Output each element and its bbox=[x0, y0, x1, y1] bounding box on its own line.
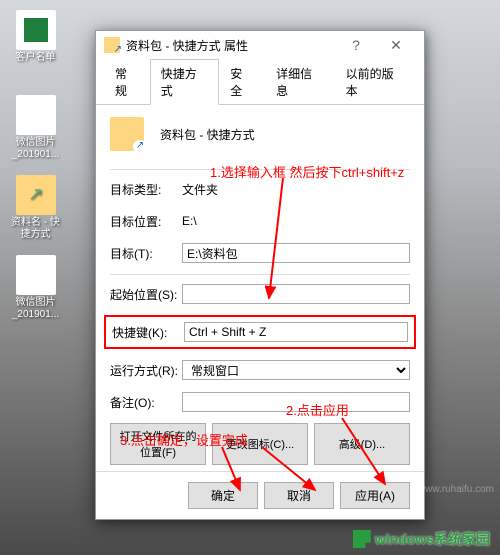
arrow-1 bbox=[265, 178, 295, 308]
tab-details[interactable]: 详细信息 bbox=[265, 59, 335, 105]
icon-label: 微信图片_201901... bbox=[8, 297, 63, 321]
value-target-type: 文件夹 bbox=[182, 181, 410, 198]
row-target-type: 目标类型: 文件夹 bbox=[110, 178, 410, 200]
url-watermark: www.ruhaifu.com bbox=[418, 484, 494, 495]
divider bbox=[110, 274, 410, 275]
tab-strip: 常规 快捷方式 安全 详细信息 以前的版本 bbox=[96, 59, 424, 105]
label-run: 运行方式(R): bbox=[110, 362, 182, 379]
icon-label: 微信图片_201901... bbox=[8, 137, 63, 161]
shortcut-icon bbox=[104, 37, 120, 53]
arrow-3b bbox=[260, 445, 330, 500]
desktop-icon-excel[interactable]: 客户名单 bbox=[8, 10, 63, 64]
row-target-loc: 目标位置: E:\ bbox=[110, 210, 410, 232]
label-target-type: 目标类型: bbox=[110, 181, 182, 198]
brand-text: windows系统家园 bbox=[375, 529, 490, 549]
tab-general[interactable]: 常规 bbox=[104, 59, 150, 105]
folder-shortcut-icon bbox=[110, 117, 144, 151]
row-comment: 备注(O): bbox=[110, 391, 410, 413]
row-start: 起始位置(S): bbox=[110, 283, 410, 305]
highlight-shortcut-row: 快捷键(K): bbox=[104, 315, 416, 349]
desktop-icon-shortcut[interactable]: 资料名 - 快捷方式 bbox=[8, 175, 63, 241]
label-comment: 备注(O): bbox=[110, 394, 182, 411]
label-start: 起始位置(S): bbox=[110, 286, 182, 303]
run-select[interactable]: 常规窗口 bbox=[182, 360, 410, 380]
tab-security[interactable]: 安全 bbox=[219, 59, 265, 105]
label-target-loc: 目标位置: bbox=[110, 213, 182, 230]
row-shortcut: 快捷键(K): bbox=[110, 321, 410, 343]
shortcut-input[interactable] bbox=[184, 322, 408, 342]
start-input[interactable] bbox=[182, 284, 410, 304]
row-run: 运行方式(R): 常规窗口 bbox=[110, 359, 410, 381]
target-input[interactable] bbox=[182, 243, 410, 263]
row-target: 目标(T): bbox=[110, 242, 410, 264]
tab-shortcut[interactable]: 快捷方式 bbox=[150, 59, 220, 105]
annotation-1: 1.选择输入框 然后按下ctrl+shift+z bbox=[210, 162, 404, 181]
icon-label: 资料名 - 快捷方式 bbox=[8, 217, 63, 241]
brand-watermark: windows系统家园 bbox=[353, 529, 490, 549]
desktop-icon-image1[interactable]: 微信图片_201901... bbox=[8, 95, 63, 161]
arrow-2 bbox=[340, 416, 400, 496]
brand-logo-icon bbox=[353, 530, 371, 548]
label-shortcut: 快捷键(K): bbox=[112, 324, 184, 341]
annotation-2: 2.点击应用 bbox=[286, 400, 349, 419]
value-target-loc: E:\ bbox=[182, 214, 410, 228]
titlebar[interactable]: 资料包 - 快捷方式 属性 ? ✕ bbox=[96, 31, 424, 59]
icon-label: 客户名单 bbox=[8, 52, 63, 64]
image-icon bbox=[16, 255, 56, 295]
label-target: 目标(T): bbox=[110, 245, 182, 262]
help-button[interactable]: ? bbox=[336, 33, 376, 57]
folder-shortcut-icon bbox=[16, 175, 56, 215]
desktop-icon-image2[interactable]: 微信图片_201901... bbox=[8, 255, 63, 321]
name-field[interactable] bbox=[156, 123, 410, 145]
annotation-3: 3.点击确定，设置完成 bbox=[120, 430, 248, 449]
file-icon bbox=[16, 10, 56, 50]
close-button[interactable]: ✕ bbox=[376, 33, 416, 57]
tab-previous[interactable]: 以前的版本 bbox=[335, 59, 416, 105]
image-icon bbox=[16, 95, 56, 135]
arrow-3a bbox=[220, 445, 260, 500]
dialog-title: 资料包 - 快捷方式 属性 bbox=[126, 37, 336, 54]
header-row bbox=[110, 117, 410, 159]
